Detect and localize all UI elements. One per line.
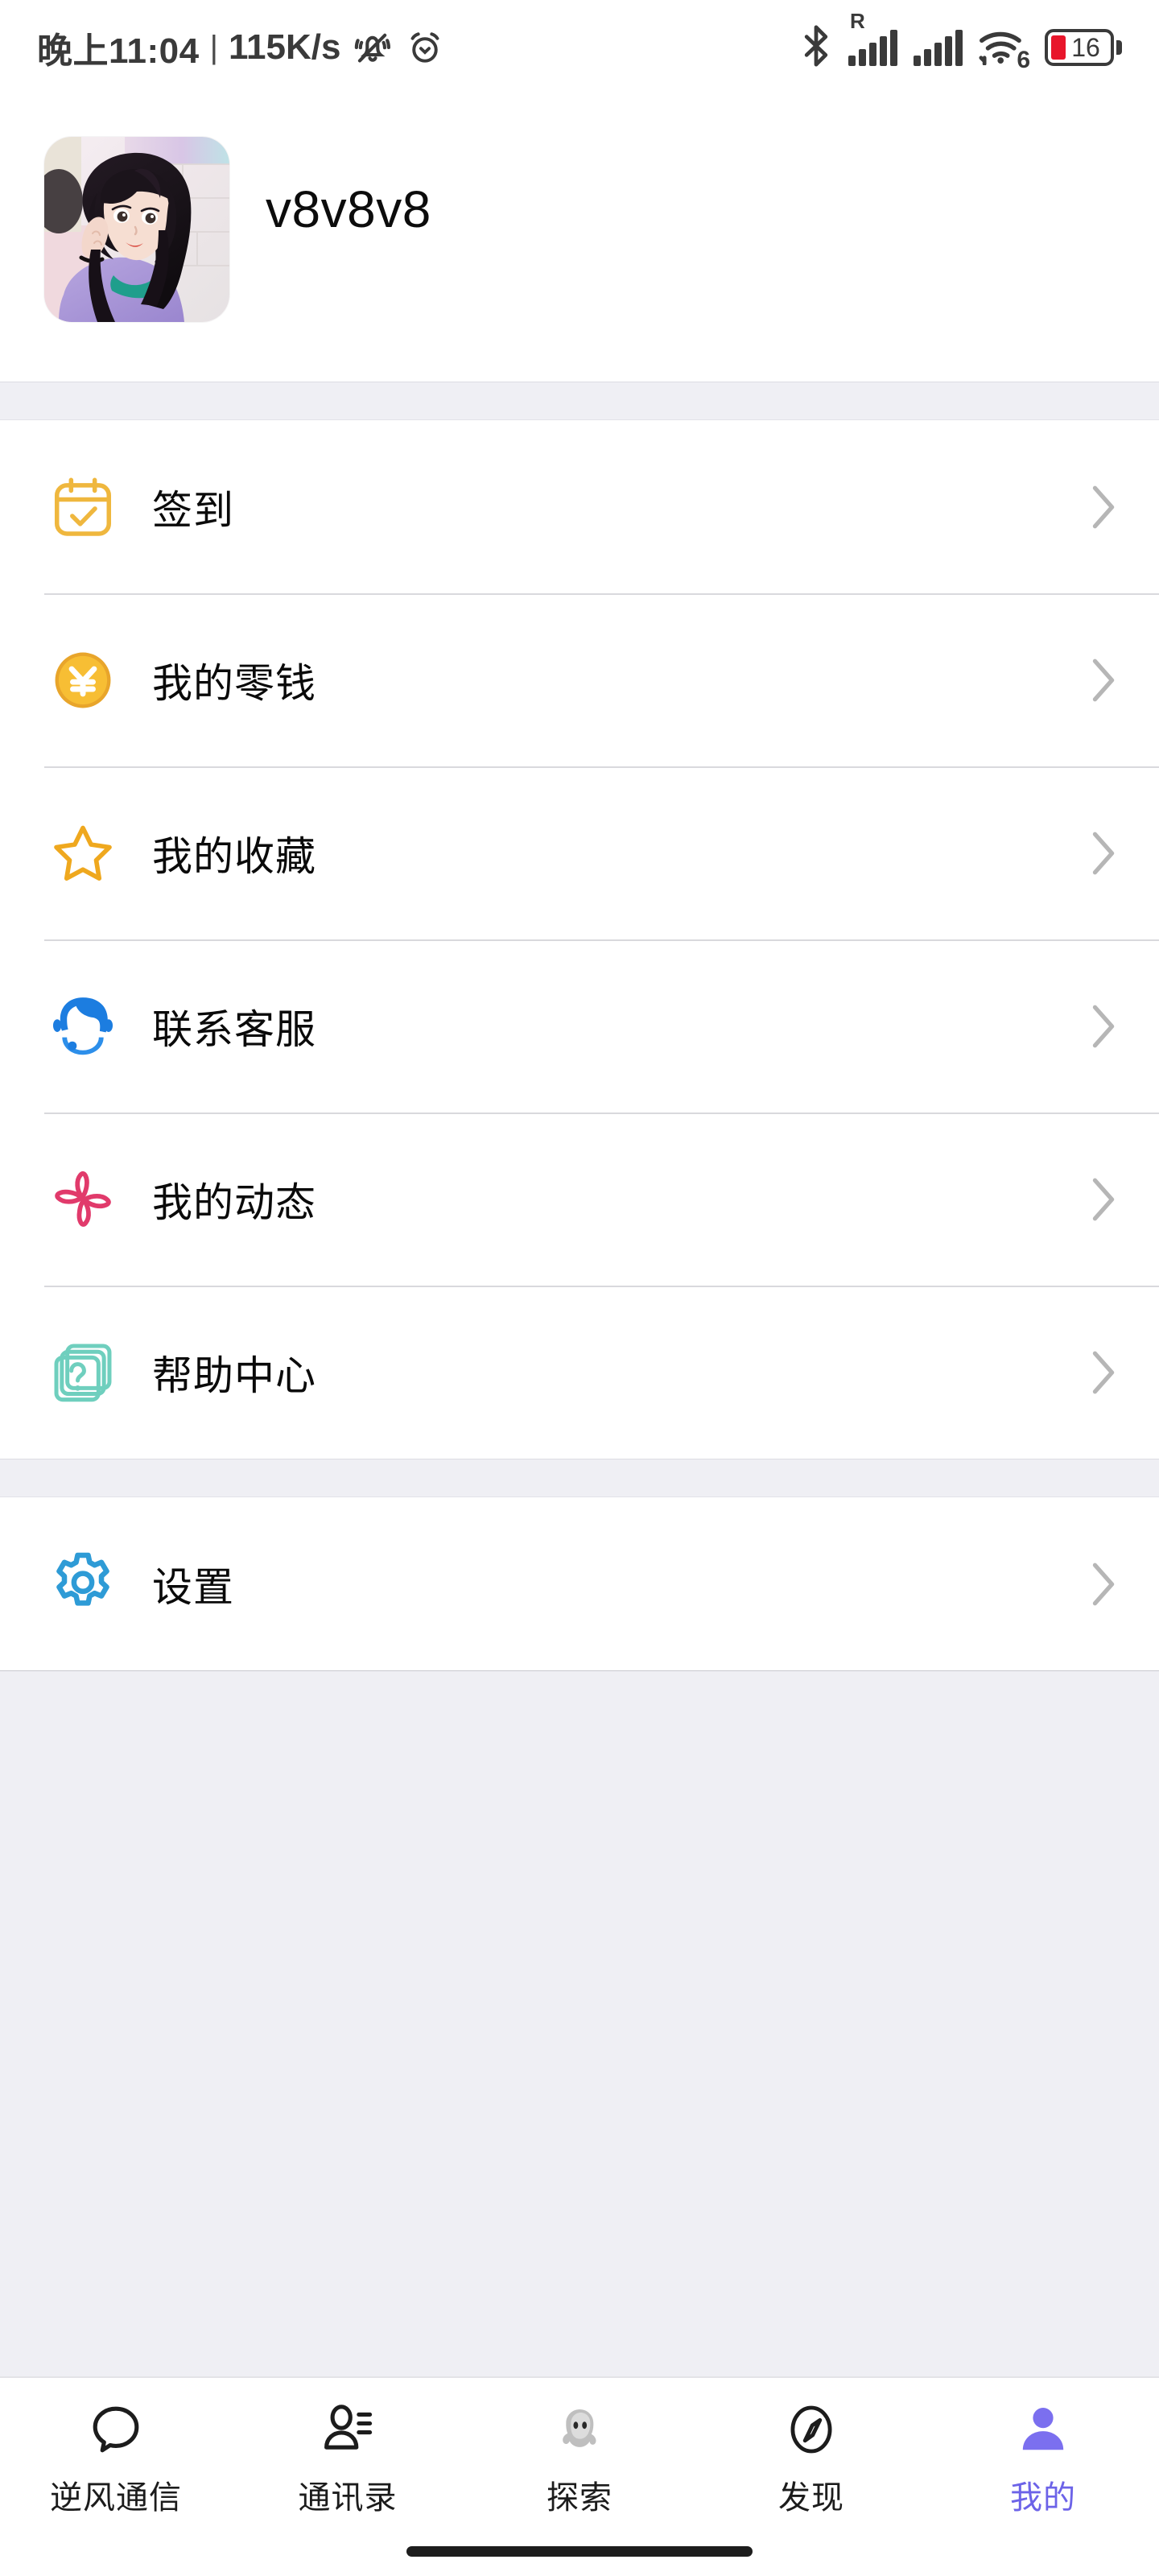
tab-label: 探索 xyxy=(547,2471,612,2518)
menu-item-favorites[interactable]: 我的收藏 xyxy=(0,766,1159,939)
profile-nickname: v8v8v8 xyxy=(266,180,431,239)
menu-item-wallet[interactable]: 我的零钱 xyxy=(0,593,1159,766)
chevron-right-icon xyxy=(1090,1561,1117,1608)
menu-item-label: 签到 xyxy=(152,478,234,536)
tab-explore[interactable]: 探索 xyxy=(464,2378,695,2518)
tab-messages[interactable]: 逆风通信 xyxy=(0,2378,232,2518)
battery-level-label: 16 xyxy=(1048,32,1111,63)
alarm-clock-icon xyxy=(405,27,445,68)
chevron-right-icon xyxy=(1090,657,1117,704)
tab-label: 通讯录 xyxy=(299,2471,398,2518)
home-indicator[interactable] xyxy=(406,2546,753,2557)
chevron-right-icon xyxy=(1090,1349,1117,1396)
tab-label: 逆风通信 xyxy=(50,2471,182,2518)
network-speed-label: 115K/s xyxy=(229,27,340,68)
menu-item-label: 帮助中心 xyxy=(152,1344,316,1402)
menu-item-moments[interactable]: 我的动态 xyxy=(0,1113,1159,1286)
menu-item-support[interactable]: 联系客服 xyxy=(0,939,1159,1113)
app-screen: 晚上11:04 | 115K/s xyxy=(0,0,1159,2576)
chevron-right-icon xyxy=(1090,1003,1117,1050)
menu-group-primary: 签到 我的零钱 xyxy=(0,420,1159,1459)
menu-item-label: 联系客服 xyxy=(152,997,316,1055)
menu-item-label: 我的零钱 xyxy=(152,651,316,709)
profile-header[interactable]: v8v8v8 xyxy=(0,95,1159,382)
menu-item-label: 设置 xyxy=(152,1555,234,1613)
battery-icon: 16 xyxy=(1045,29,1122,66)
bluetooth-icon xyxy=(800,25,832,71)
compass-icon xyxy=(782,2399,840,2460)
tab-label: 我的 xyxy=(1010,2471,1076,2518)
chevron-right-icon xyxy=(1090,830,1117,877)
section-gap-middle xyxy=(0,1459,1159,1497)
wifi-generation-label: 6 xyxy=(1017,48,1030,72)
tab-profile[interactable]: 我的 xyxy=(927,2378,1159,2518)
contacts-icon xyxy=(319,2399,377,2460)
menu-item-settings[interactable]: 设置 xyxy=(0,1497,1159,1670)
signal-bars-roaming-icon: R xyxy=(848,30,897,66)
person-icon xyxy=(1014,2399,1072,2460)
chevron-right-icon xyxy=(1090,1176,1117,1223)
tab-label: 发现 xyxy=(778,2471,844,2518)
gear-icon xyxy=(44,1546,122,1623)
tab-contacts[interactable]: 通讯录 xyxy=(232,2378,464,2518)
bottom-tab-bar: 逆风通信 通讯录 探索 xyxy=(0,2376,1159,2576)
status-bar: 晚上11:04 | 115K/s xyxy=(0,0,1159,95)
chat-bubble-icon xyxy=(87,2399,145,2460)
help-cards-icon xyxy=(44,1334,122,1411)
coin-yuan-icon xyxy=(44,642,122,719)
star-outline-icon xyxy=(44,815,122,892)
chevron-right-icon xyxy=(1090,484,1117,530)
status-clock: 晚上11:04 xyxy=(37,22,200,73)
menu-item-help[interactable]: 帮助中心 xyxy=(0,1286,1159,1459)
status-separator: | xyxy=(210,30,218,66)
roaming-label: R xyxy=(850,9,865,34)
support-agent-icon xyxy=(44,988,122,1065)
user-avatar[interactable] xyxy=(44,137,229,322)
menu-item-checkin[interactable]: 签到 xyxy=(0,420,1159,593)
status-bar-right: R xyxy=(800,25,1122,71)
empty-content-area xyxy=(0,1670,1159,2376)
ghost-icon xyxy=(550,2399,609,2460)
menu-item-label: 我的动态 xyxy=(152,1170,316,1228)
status-bar-left: 晚上11:04 | 115K/s xyxy=(37,22,445,73)
menu-group-secondary: 设置 xyxy=(0,1497,1159,1670)
menu-item-label: 我的收藏 xyxy=(152,824,316,882)
wifi-6-icon: 6 xyxy=(979,27,1029,69)
bell-muted-icon xyxy=(352,27,394,68)
signal-bars-icon xyxy=(914,30,963,66)
tab-discover[interactable]: 发现 xyxy=(695,2378,927,2518)
pinwheel-flower-icon xyxy=(44,1161,122,1238)
calendar-check-icon xyxy=(44,469,122,546)
section-gap-top xyxy=(0,382,1159,420)
